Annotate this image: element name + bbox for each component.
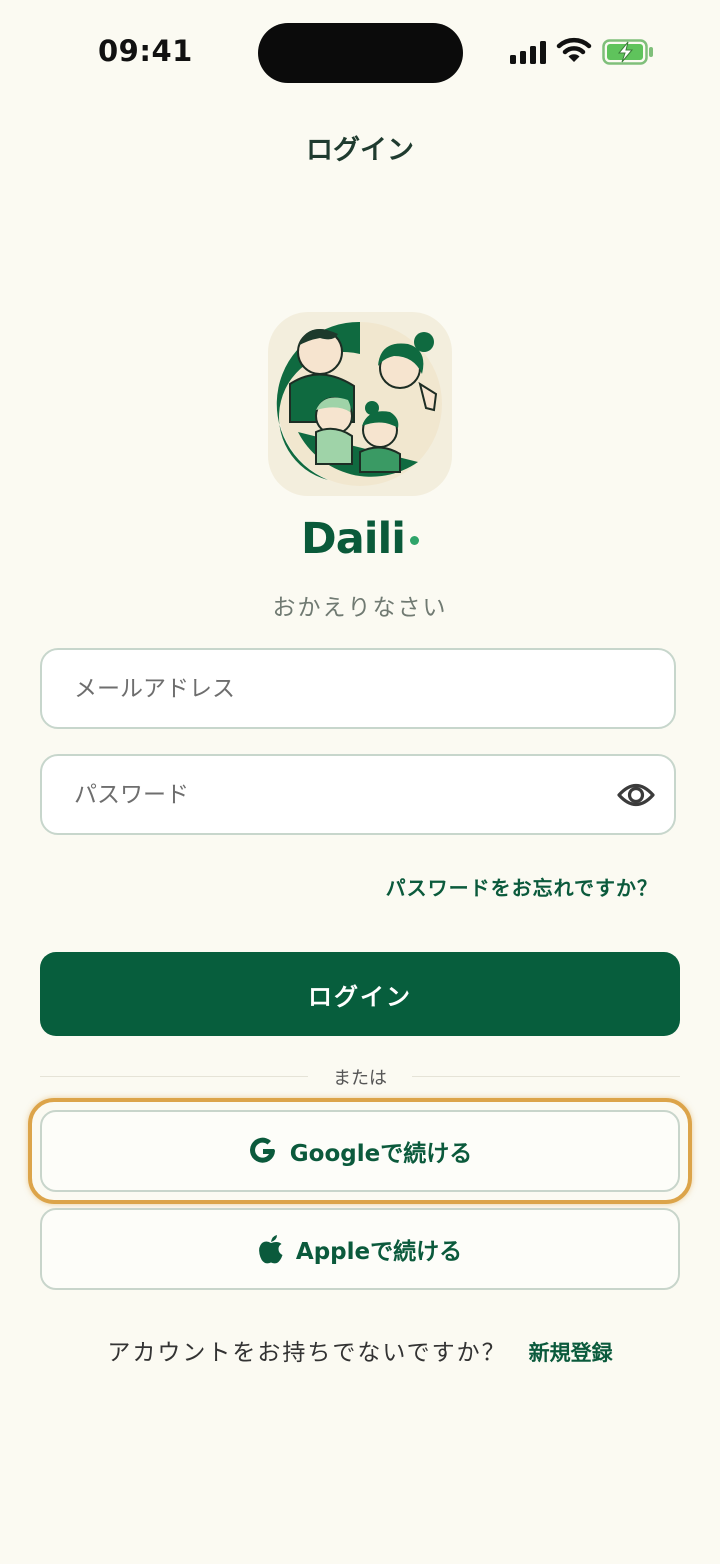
login-button[interactable]: ログイン bbox=[40, 952, 680, 1036]
apple-icon bbox=[258, 1234, 284, 1264]
eye-icon[interactable] bbox=[616, 778, 656, 812]
signup-row: アカウントをお持ちでないですか？ 新規登録 bbox=[0, 1333, 720, 1367]
or-divider: または bbox=[40, 1060, 680, 1094]
divider-line-right bbox=[412, 1076, 680, 1077]
apple-signin-button[interactable]: Appleで続ける bbox=[40, 1208, 680, 1290]
google-button-label: Googleで続ける bbox=[289, 1141, 473, 1167]
status-bar: 09:41 bbox=[0, 0, 720, 110]
family-logo-icon bbox=[276, 321, 442, 486]
google-icon bbox=[248, 1136, 278, 1166]
signup-question: アカウントをお持ちでないですか？ bbox=[107, 1340, 507, 1366]
welcome-subtitle: おかえりなさい bbox=[272, 595, 448, 621]
cellular-signal-icon bbox=[510, 41, 546, 64]
password-field[interactable] bbox=[40, 754, 676, 835]
brand-text: Daili bbox=[301, 514, 406, 564]
app-logo bbox=[268, 312, 452, 496]
status-time: 09:41 bbox=[98, 34, 193, 68]
battery-charging-icon bbox=[602, 39, 653, 65]
email-input[interactable] bbox=[42, 650, 674, 727]
password-input[interactable] bbox=[42, 756, 674, 833]
page-title: ログイン bbox=[306, 135, 414, 166]
email-field[interactable] bbox=[40, 648, 676, 729]
brand-name: Daili bbox=[0, 514, 720, 564]
google-signin-button[interactable]: Googleで続ける bbox=[40, 1110, 680, 1192]
forgot-password-link[interactable]: パスワードをお忘れですか？ bbox=[386, 872, 658, 901]
signup-link[interactable]: 新規登録 bbox=[529, 1341, 613, 1365]
apple-button-label: Appleで続ける bbox=[295, 1239, 463, 1265]
brand-dot bbox=[409, 536, 419, 545]
wifi-icon bbox=[556, 37, 592, 62]
divider-text: または bbox=[333, 1068, 387, 1089]
dynamic-island bbox=[258, 23, 463, 83]
